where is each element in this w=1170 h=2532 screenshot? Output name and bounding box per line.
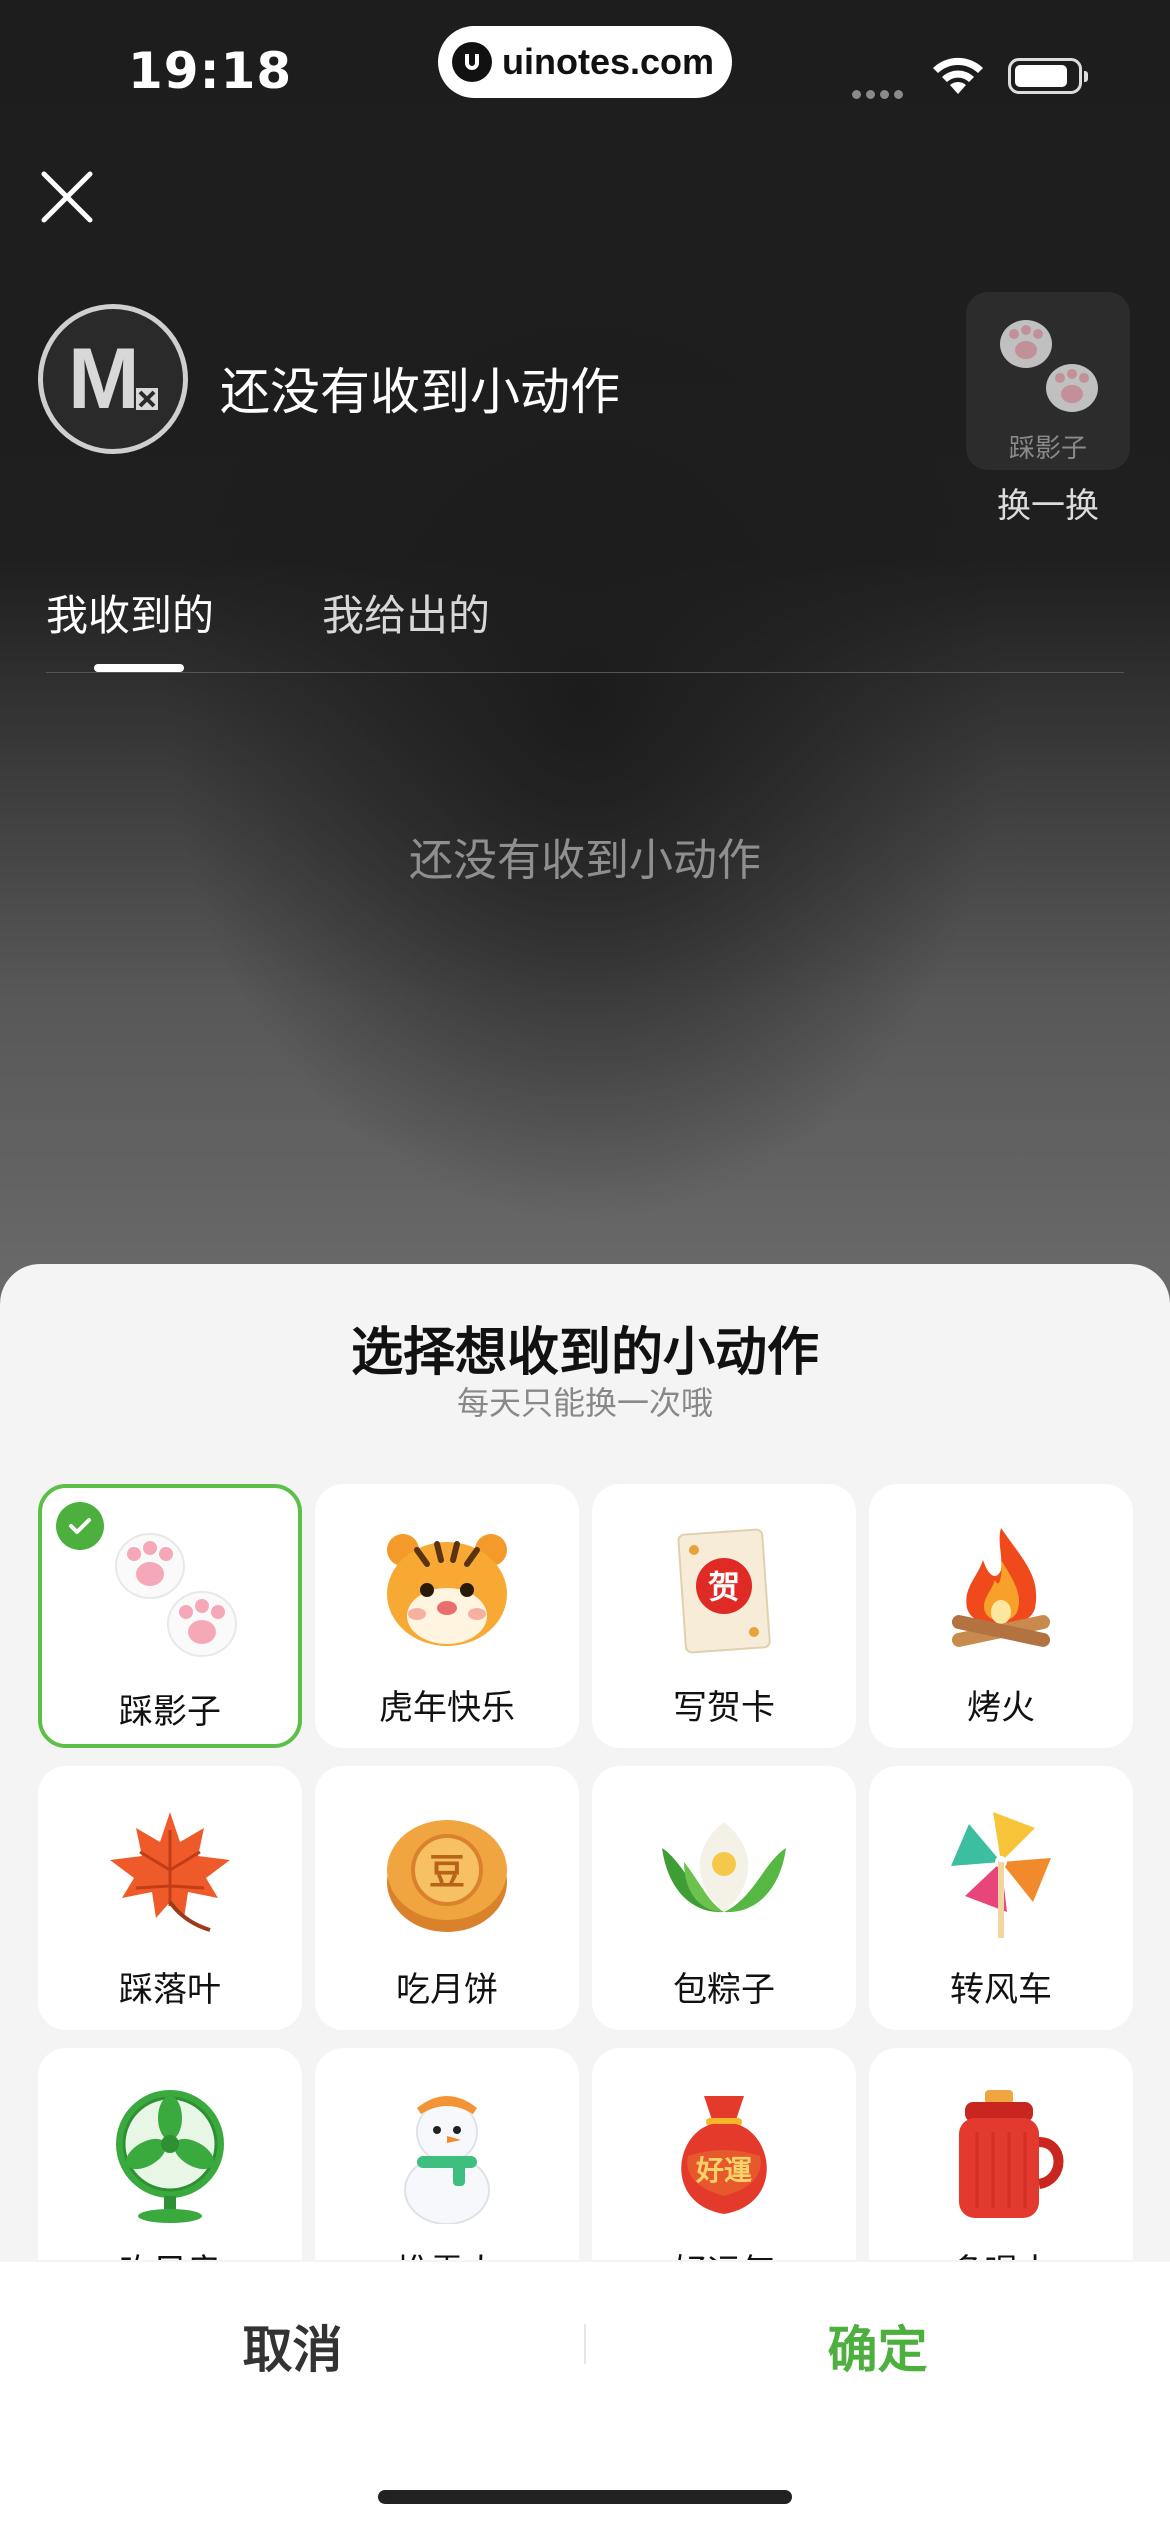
campfire-icon [951,1528,1051,1647]
header-status-text: 还没有收到小动作 [220,363,620,421]
action-item[interactable]: 豆 吃月饼 [315,1766,579,2030]
action-label: 写贺卡 [673,1688,775,1728]
action-label: 堆雪人 [315,2244,579,2260]
action-item[interactable]: 好運 好运气 [592,2048,856,2260]
paw-prints-icon [115,1533,237,1657]
tab-given[interactable]: 我给出的 [322,582,490,643]
action-grid: 踩影子 虎年快乐 贺 写贺卡 烤火 踩落叶 豆 吃月饼 包粽子 转风车 好運 [38,1484,1133,2260]
current-action-card[interactable]: 踩影子 [966,292,1130,470]
tiger-icon [387,1534,507,1646]
action-label: 虎年快乐 [379,1688,515,1728]
avatar-logo-icon: M [68,331,158,427]
zongzi-icon [662,1822,786,1913]
svg-text:贺: 贺 [708,1568,740,1606]
close-icon[interactable] [38,168,96,226]
cancel-button[interactable]: 取消 [0,2262,585,2430]
sheet-title: 选择想收到的小动作 [350,1323,819,1383]
greeting-card-icon: 贺 [677,1528,771,1654]
fan-icon [116,2090,224,2223]
action-item[interactable]: 转风车 [869,1766,1133,2030]
background [0,0,1170,1300]
action-label: 吹风扇 [38,2244,302,2260]
action-label: 转风车 [950,1970,1052,2010]
maple-leaf-icon [110,1812,230,1932]
svg-text:豆: 豆 [429,1852,465,1893]
tab-divider [46,672,1124,673]
empty-state-text: 还没有收到小动作 [409,835,761,886]
action-label: 好运气 [592,2244,856,2260]
action-label: 踩影子 [119,1692,221,1732]
action-label: 烤火 [967,1688,1035,1728]
action-label: 踩落叶 [119,1970,221,2010]
svg-text:M: M [68,331,140,427]
tab-received[interactable]: 我收到的 [46,582,214,643]
snowman-icon [404,2096,490,2224]
status-time: 19:18 [128,42,293,100]
action-label: 包粽子 [673,1970,775,2010]
brand-pill: uinotes.com [438,26,732,98]
action-item[interactable]: 虎年快乐 [315,1484,579,1748]
swap-button[interactable]: 换一换 [966,478,1130,527]
action-label: 多喝水 [869,2244,1133,2260]
action-item[interactable]: 吹风扇 [38,2048,302,2260]
checkmark-icon [56,1502,104,1550]
lucky-bag-icon: 好運 [681,2096,767,2214]
current-action-label: 踩影子 [1008,434,1087,464]
active-tab-indicator [94,664,184,672]
svg-text:好運: 好運 [695,2154,752,2187]
action-item[interactable]: 踩落叶 [38,1766,302,2030]
confirm-button[interactable]: 确定 [585,2262,1170,2430]
thermos-icon [959,2090,1064,2218]
paw-prints-icon [1000,320,1098,412]
action-item[interactable]: 包粽子 [592,1766,856,2030]
cellular-signal-icon [852,84,908,103]
action-item[interactable]: 贺 写贺卡 [592,1484,856,1748]
action-label: 吃月饼 [396,1970,498,2010]
wifi-icon [933,57,983,94]
action-grid-scroll[interactable]: 踩影子 虎年快乐 贺 写贺卡 烤火 踩落叶 豆 吃月饼 包粽子 转风车 好運 [0,1480,1170,2260]
action-item[interactable]: 踩影子 [38,1484,302,1748]
avatar[interactable]: M [38,304,188,454]
brand-logo-icon [452,42,492,82]
home-indicator[interactable] [378,2490,792,2504]
battery-icon [1008,58,1088,94]
sheet-subtitle: 每天只能换一次哦 [456,1384,713,1422]
action-item[interactable]: 堆雪人 [315,2048,579,2260]
status-bar: 19:18 uinotes.com [0,0,1170,150]
mooncake-icon: 豆 [387,1820,507,1932]
action-item[interactable]: 烤火 [869,1484,1133,1748]
pinwheel-icon [951,1812,1051,1938]
action-item[interactable]: 多喝水 [869,2048,1133,2260]
brand-text: uinotes.com [502,41,715,82]
